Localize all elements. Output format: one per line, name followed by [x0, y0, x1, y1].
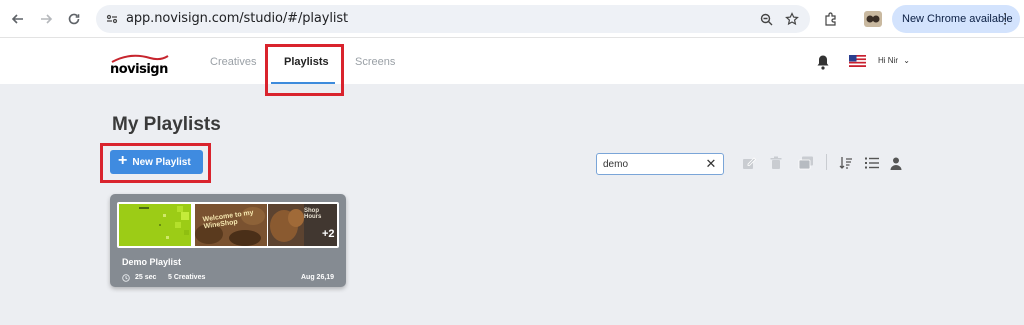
- duplicate-icon[interactable]: [798, 155, 814, 171]
- playlists-tab-highlight: [265, 44, 344, 96]
- new-chrome-available-button[interactable]: New Chrome available ⋮: [892, 5, 1020, 33]
- playlist-thumbnails: Welcome to my WineShop Shop Hours +2: [117, 202, 339, 248]
- thumbnail-caption-2: Shop Hours: [304, 208, 322, 220]
- clear-search-icon[interactable]: ✕: [703, 156, 719, 172]
- page-title: My Playlists: [112, 114, 221, 135]
- chevron-down-icon: ⌄: [903, 56, 910, 65]
- novisign-logo[interactable]: novisign: [110, 54, 170, 77]
- search-box[interactable]: ✕: [596, 153, 724, 175]
- profile-avatar-icon[interactable]: [862, 8, 884, 30]
- list-view-icon[interactable]: [864, 155, 880, 171]
- user-greeting-text: Hi Nir: [878, 56, 898, 65]
- sort-icon[interactable]: [838, 155, 854, 171]
- logo-text: novisign: [110, 62, 168, 77]
- more-creatives-count: +2: [322, 228, 335, 240]
- trash-icon[interactable]: [768, 155, 784, 171]
- tab-creatives[interactable]: Creatives: [210, 56, 256, 68]
- search-input[interactable]: [603, 157, 699, 172]
- creative-thumbnail-2: Welcome to my WineShop: [195, 204, 267, 246]
- playlist-name: Demo Playlist: [122, 257, 182, 267]
- playlist-creatives-count: 5 Creatives: [168, 274, 206, 281]
- more-menu-icon[interactable]: ⋮: [998, 10, 1012, 27]
- notifications-bell-icon[interactable]: [816, 54, 832, 70]
- playlist-date: Aug 26,19: [301, 274, 335, 281]
- toolbar-divider: [826, 154, 827, 170]
- extensions-icon[interactable]: [820, 8, 842, 30]
- user-filter-icon[interactable]: [888, 155, 904, 171]
- playlist-duration: 25 sec: [135, 274, 157, 281]
- back-icon[interactable]: [6, 7, 30, 31]
- address-bar[interactable]: app.novisign.com/studio/#/playlist: [96, 5, 810, 33]
- browser-toolbar: app.novisign.com/studio/#/playlist New C…: [0, 0, 1024, 38]
- edit-icon[interactable]: [741, 155, 757, 171]
- reload-icon[interactable]: [62, 7, 86, 31]
- new-playlist-highlight: [100, 143, 211, 183]
- bookmark-star-icon[interactable]: [782, 9, 802, 29]
- app-header: novisign Creatives Playlists Screens Hi …: [0, 38, 1024, 84]
- url-text: app.novisign.com/studio/#/playlist: [126, 11, 349, 26]
- tab-screens[interactable]: Screens: [355, 56, 395, 68]
- user-greeting[interactable]: Hi Nir ⌄: [878, 56, 910, 65]
- creative-thumbnail-1: [119, 204, 191, 246]
- site-info-icon[interactable]: [102, 9, 122, 29]
- zoom-icon[interactable]: [756, 9, 776, 29]
- us-flag-icon[interactable]: [849, 54, 866, 67]
- playlist-card[interactable]: Welcome to my WineShop Shop Hours +2 Dem…: [110, 194, 346, 287]
- clock-icon: [122, 274, 130, 284]
- new-chrome-label: New Chrome available: [902, 13, 1013, 25]
- forward-icon[interactable]: [34, 7, 58, 31]
